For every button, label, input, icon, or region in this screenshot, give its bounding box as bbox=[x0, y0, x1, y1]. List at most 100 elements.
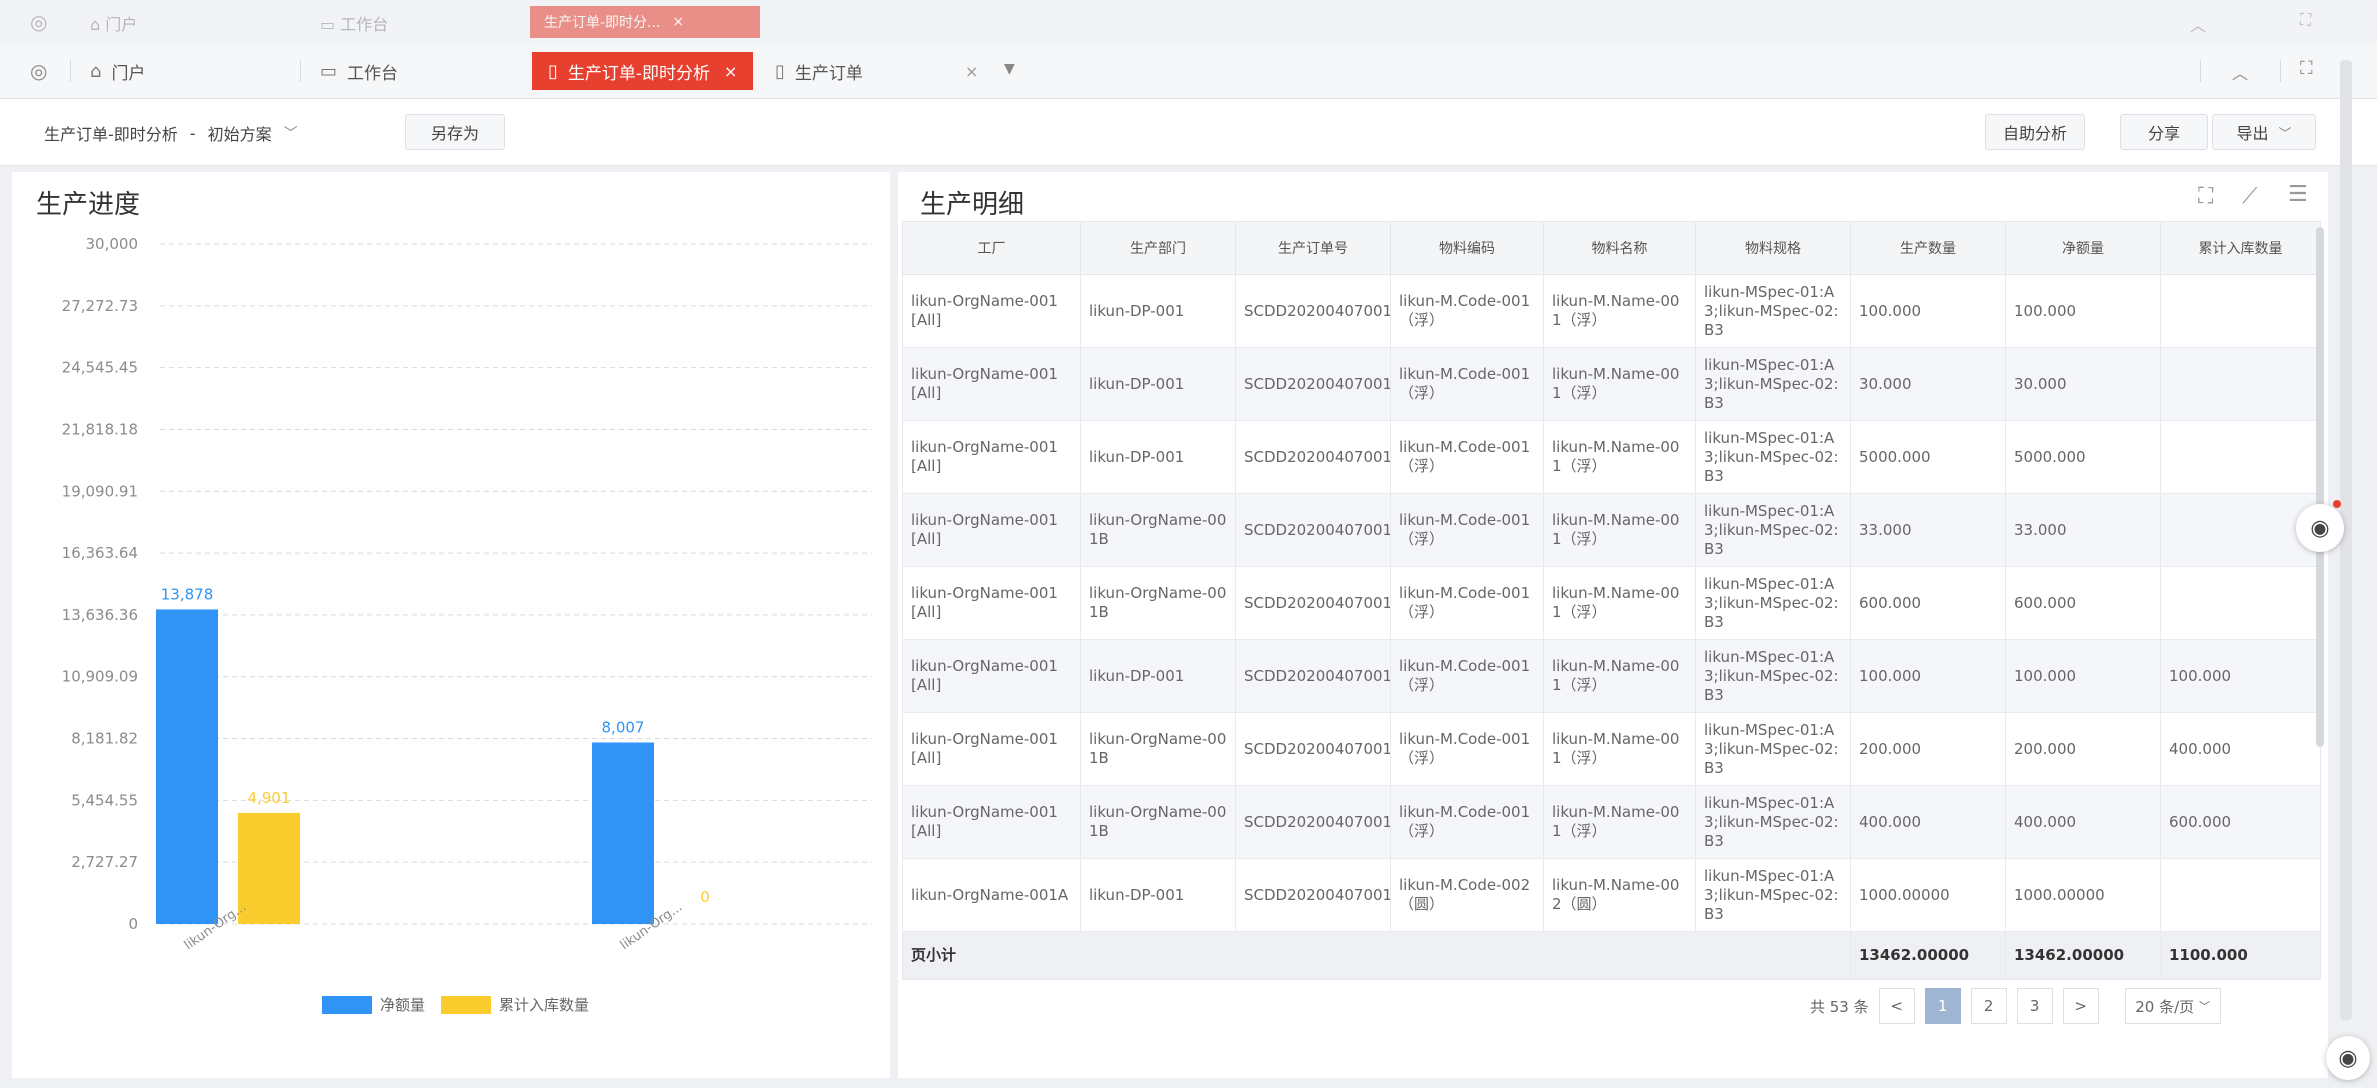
table-cell: likun-OrgName-001[All] bbox=[902, 712, 1081, 786]
table-row[interactable]: likun-OrgName-001[All] likun-OrgName-001B… bbox=[902, 785, 2321, 859]
legend-swatch-stock[interactable] bbox=[441, 995, 492, 1014]
bar[interactable] bbox=[156, 609, 218, 924]
table-row[interactable]: likun-OrgName-001[All] likun-OrgName-001B… bbox=[902, 566, 2321, 640]
total-cell: 13462.00000 bbox=[2005, 931, 2161, 980]
table-row[interactable]: likun-OrgName-001[All] likun-DP-001 SCDD20… bbox=[902, 274, 2321, 348]
table-cell bbox=[2160, 420, 2321, 494]
table-row[interactable]: likun-OrgName-001A likun-DP-001 SCDD202004… bbox=[902, 858, 2321, 932]
table-cell: 33.000 bbox=[2005, 493, 2161, 567]
table-cell: likun-MSpec-01:A3;likun-MSpec-02:B3 bbox=[1695, 785, 1851, 859]
tab-bar: ◎ ⌂ 门户 ▭ 工作台 ▯ 生产订单-即时分析 × ▯ 生产订单 × ▼ ︿ … bbox=[0, 44, 2377, 99]
page-2-button[interactable]: 2 bbox=[1970, 988, 2007, 1024]
globe-icon[interactable]: ◎ bbox=[30, 59, 47, 83]
legend-label-stock[interactable]: 累计入库数量 bbox=[499, 994, 589, 1015]
table-cell: likun-MSpec-01:A3;likun-MSpec-02:B3 bbox=[1695, 493, 1851, 567]
assistant-float-button-2[interactable]: ◉ bbox=[2326, 1036, 2370, 1080]
total-cell: 13462.00000 bbox=[1850, 931, 2006, 980]
column-header[interactable]: 物料编码 bbox=[1390, 221, 1544, 275]
column-header[interactable]: 工厂 bbox=[902, 221, 1081, 275]
column-header[interactable]: 累计入库数量 bbox=[2160, 221, 2321, 275]
ghost-active-tab: 生产订单-即时分... × bbox=[530, 6, 760, 38]
tab-production-order[interactable]: ▯ 生产订单 × bbox=[775, 52, 995, 90]
column-header[interactable]: 物料名称 bbox=[1543, 221, 1696, 275]
line-chart-icon[interactable]: ⟋ bbox=[2242, 184, 2257, 209]
page-3-button[interactable]: 3 bbox=[2016, 988, 2053, 1024]
chart-legend: 净额量 累计入库数量 bbox=[322, 994, 589, 1015]
list-icon[interactable]: ☰ bbox=[2288, 182, 2308, 207]
table-cell: 100.000 bbox=[1850, 274, 2006, 348]
legend-label-net[interactable]: 净额量 bbox=[380, 994, 425, 1015]
table-cell: 600.000 bbox=[2160, 785, 2321, 859]
share-button[interactable]: 分享 bbox=[2120, 114, 2208, 150]
fullscreen-icon[interactable]: ⛶ bbox=[2198, 184, 2213, 209]
table-cell: likun-OrgName-001[All] bbox=[902, 566, 1081, 640]
tab-production-order-analysis[interactable]: ▯ 生产订单-即时分析 × bbox=[532, 52, 754, 90]
table-cell: SCDD20200407001 bbox=[1235, 858, 1391, 932]
table-cell: 100.000 bbox=[1850, 639, 2006, 713]
table-row[interactable]: likun-OrgName-001[All] likun-DP-001 SCDD20… bbox=[902, 639, 2321, 713]
close-icon[interactable]: × bbox=[724, 62, 737, 81]
scheme-selector[interactable]: 生产订单-即时分析 - 初始方案 ﹀ bbox=[44, 121, 298, 145]
table-cell: SCDD20200407001 bbox=[1235, 347, 1391, 421]
page-size-select[interactable]: 20 条/页 ﹀ bbox=[2124, 988, 2221, 1024]
table-cell: likun-MSpec-01:A3;likun-MSpec-02:B3 bbox=[1695, 347, 1851, 421]
total-cell: 1100.000 bbox=[2160, 931, 2321, 980]
breadcrumb-separator: - bbox=[189, 123, 196, 143]
table-cell: likun-DP-001 bbox=[1080, 347, 1236, 421]
column-header[interactable]: 净额量 bbox=[2005, 221, 2161, 275]
table-cell: likun-M.Name-001（浮） bbox=[1543, 493, 1696, 567]
ghost-tab-active-label: 生产订单-即时分... bbox=[544, 15, 661, 31]
table-cell: likun-DP-001 bbox=[1080, 858, 1236, 932]
y-tick-label: 2,727.27 bbox=[71, 853, 138, 871]
tab-home[interactable]: ⌂ 门户 bbox=[90, 52, 145, 90]
next-page-button[interactable]: > bbox=[2062, 988, 2099, 1024]
close-icon[interactable]: × bbox=[965, 62, 978, 81]
table-cell: SCDD20200407001 bbox=[1235, 493, 1391, 567]
tab-workbench-label: 工作台 bbox=[347, 63, 399, 84]
table-cell: SCDD20200407001 bbox=[1235, 420, 1391, 494]
auto-analysis-button[interactable]: 自助分析 bbox=[1985, 114, 2085, 150]
panel-title: 生产明细 bbox=[920, 190, 1025, 220]
table-row[interactable]: likun-OrgName-001[All] likun-OrgName-001B… bbox=[902, 712, 2321, 786]
save-as-button[interactable]: 另存为 bbox=[405, 114, 505, 150]
table-cell: likun-MSpec-01:A3;likun-MSpec-02:B3 bbox=[1695, 274, 1851, 348]
legend-swatch-net[interactable] bbox=[322, 995, 372, 1014]
table-row[interactable]: likun-OrgName-001[All] likun-OrgName-001B… bbox=[902, 493, 2321, 567]
table-scrollbar[interactable] bbox=[2316, 227, 2324, 747]
column-header[interactable]: 物料规格 bbox=[1695, 221, 1851, 275]
chevron-down-icon[interactable]: ▼ bbox=[1004, 61, 1015, 77]
chevron-up-icon[interactable]: ︿ bbox=[2232, 60, 2248, 84]
column-header[interactable]: 生产数量 bbox=[1850, 221, 2006, 275]
bar[interactable] bbox=[238, 812, 300, 924]
table-cell: likun-M.Name-001（浮） bbox=[1543, 566, 1696, 640]
table-row[interactable]: likun-OrgName-001[All] likun-DP-001 SCDD20… bbox=[902, 420, 2321, 494]
table-header-row: 工厂 生产部门 生产订单号 物料编码 物料名称 物料规格 生产数量 净额量 累计入库数量 bbox=[902, 221, 2321, 275]
column-header[interactable]: 生产订单号 bbox=[1235, 221, 1391, 275]
table-cell: likun-M.Code-001（浮） bbox=[1390, 493, 1544, 567]
column-header[interactable]: 生产部门 bbox=[1080, 221, 1236, 275]
table-cell: likun-M.Code-001（浮） bbox=[1390, 420, 1544, 494]
table-cell: likun-OrgName-001A bbox=[902, 858, 1081, 932]
table-cell: SCDD20200407001 bbox=[1235, 712, 1391, 786]
page-scrollbar[interactable] bbox=[2340, 60, 2352, 1020]
divider bbox=[300, 60, 301, 82]
prev-page-button[interactable]: < bbox=[1878, 988, 1915, 1024]
table-cell: 400.000 bbox=[2160, 712, 2321, 786]
globe-icon: ◎ bbox=[30, 10, 48, 34]
table-cell bbox=[2160, 274, 2321, 348]
table-cell: 200.000 bbox=[1850, 712, 2006, 786]
maximize-icon[interactable]: ⛶ bbox=[2300, 58, 2313, 79]
table-cell: 5000.000 bbox=[1850, 420, 2006, 494]
table-cell: likun-OrgName-001[All] bbox=[902, 785, 1081, 859]
tab-home-label: 门户 bbox=[111, 63, 146, 84]
assistant-float-button[interactable]: ◉ bbox=[2296, 504, 2344, 552]
table-cell bbox=[2160, 566, 2321, 640]
y-tick-label: 24,545.45 bbox=[62, 359, 138, 377]
bar[interactable] bbox=[592, 742, 654, 924]
tab-workbench[interactable]: ▭ 工作台 bbox=[320, 52, 398, 90]
document-icon: ▯ bbox=[548, 60, 558, 82]
table-cell: likun-M.Name-001（浮） bbox=[1543, 639, 1696, 713]
page-1-button[interactable]: 1 bbox=[1924, 988, 1961, 1024]
export-button[interactable]: 导出 ﹀ bbox=[2212, 114, 2316, 150]
table-row[interactable]: likun-OrgName-001[All] likun-DP-001 SCDD20… bbox=[902, 347, 2321, 421]
